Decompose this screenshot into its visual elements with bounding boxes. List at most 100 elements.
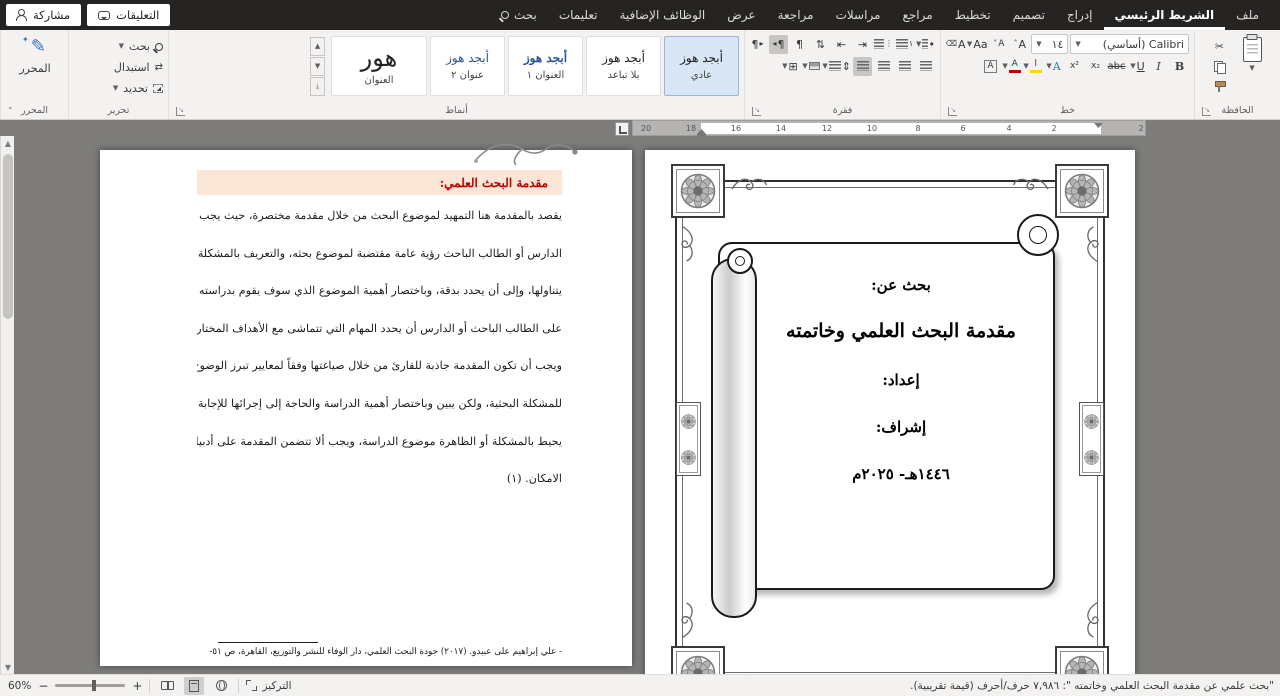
format-painter-button[interactable] <box>1210 77 1229 96</box>
justify-button[interactable] <box>853 56 872 76</box>
subscript-button[interactable]: x₂ <box>1086 57 1105 76</box>
cover-title[interactable]: مقدمة البحث العلمي وخاتمته <box>786 320 1016 342</box>
tab-addins[interactable]: الوظائف الإضافية <box>608 0 716 30</box>
scrollbar-thumb[interactable] <box>3 154 13 319</box>
zoom-in-button[interactable]: + <box>132 679 142 693</box>
tab-help[interactable]: تعليمات <box>548 0 609 30</box>
style-title[interactable]: هور العنوان <box>331 36 427 96</box>
font-name-combobox[interactable]: Calibri (أساسي) ▼ <box>1070 34 1189 54</box>
vertical-scrollbar[interactable]: ▲ ▼ <box>0 136 14 674</box>
change-case-button[interactable]: Aa ▼ <box>967 35 988 54</box>
comments-button[interactable]: التعليقات <box>87 4 171 26</box>
zoom-out-button[interactable]: − <box>38 679 48 693</box>
tab-search[interactable]: بحث <box>490 0 548 30</box>
underline-button[interactable]: U ▼ <box>1128 57 1147 76</box>
text-effects-button[interactable]: A ▼ <box>1044 57 1063 76</box>
paste-caret-icon[interactable]: ▼ <box>1249 65 1254 72</box>
strikethrough-button[interactable]: abc <box>1107 57 1126 76</box>
text-line[interactable]: يتناولها، وإلى أن يحدد بدقة، وباختصار أه… <box>197 272 562 310</box>
cover-line[interactable]: إعداد: <box>882 371 919 389</box>
enclose-characters-button[interactable]: A <box>981 57 1000 76</box>
shading-button[interactable]: ▼ <box>801 57 820 76</box>
replace-button[interactable]: ⇄ استبدال <box>74 58 163 77</box>
style-heading2[interactable]: أبجد هوز عنوان ٢ <box>430 36 505 96</box>
style-heading1[interactable]: أبجد هوز العنوان ١ <box>508 36 583 96</box>
scroll-down-icon[interactable]: ▼ <box>1 660 15 674</box>
increase-indent-button[interactable]: ⇤ <box>832 35 851 54</box>
superscript-button[interactable]: x² <box>1065 57 1084 76</box>
zoom-level[interactable]: 60% <box>8 680 31 692</box>
line-spacing-button[interactable]: ⇕ ▼ <box>822 57 851 76</box>
shrink-font-button[interactable]: A ˅ <box>989 35 1008 54</box>
bold-button[interactable]: B <box>1170 57 1189 76</box>
tab-layout[interactable]: تخطيط <box>944 0 1002 30</box>
collapse-ribbon-icon[interactable]: ˄ <box>8 107 13 117</box>
grow-font-button[interactable]: A ˄ <box>1010 35 1029 54</box>
select-button[interactable]: تحديد ▼ <box>74 79 163 98</box>
footnote-text[interactable]: - علي إبراهيم على عبيدو. (٢٠١٧) جودة الب… <box>197 647 562 657</box>
numbering-button[interactable]: ١ <box>895 35 914 54</box>
tab-view[interactable]: عرض <box>716 0 766 30</box>
tab-selector[interactable] <box>615 122 629 136</box>
text-line[interactable]: يحيط بالمشكلة أو الظاهرة موضوع الدراسة، … <box>197 423 562 461</box>
clipboard-dialog-launcher[interactable]: ↘ <box>1202 107 1211 116</box>
clear-formatting-button[interactable]: A ⌫ <box>946 35 966 54</box>
tab-insert[interactable]: إدراج <box>1056 0 1104 30</box>
print-layout-button[interactable] <box>184 676 205 695</box>
share-button[interactable]: مشاركة <box>6 4 82 26</box>
highlight-color-button[interactable]: ا ▼ <box>1023 57 1042 76</box>
style-no-spacing[interactable]: أبجد هوز بلا تباعد <box>586 36 661 96</box>
character-count[interactable]: "بحث علمي عن مقدمة البحث العلمي وخاتمته … <box>900 680 1280 692</box>
paste-button[interactable]: ▼ <box>1229 33 1275 96</box>
horizontal-ruler[interactable]: 2 2 4 6 8 10 12 14 16 18 20 <box>615 120 1146 137</box>
cover-page[interactable]: بحث عن: مقدمة البحث العلمي وخاتمته إعداد… <box>645 150 1135 674</box>
focus-button[interactable]: التركيز <box>246 680 292 692</box>
editor-button[interactable]: ✎ ✦ المحرر <box>7 33 63 75</box>
align-right-button[interactable] <box>916 57 935 76</box>
rtl-direction-button[interactable]: ¶ ◂ <box>769 34 788 54</box>
document-body[interactable]: يقصد بالمقدمة هنا التمهيد لموضوع البحث م… <box>197 197 562 498</box>
tab-mailings[interactable]: مراسلات <box>825 0 892 30</box>
italic-button[interactable]: I <box>1149 57 1168 76</box>
ruler-band[interactable] <box>701 123 1101 134</box>
decrease-indent-button[interactable]: ⇥ <box>853 35 872 54</box>
find-button[interactable]: بحث ▼ <box>74 37 163 56</box>
scroll-up-icon[interactable]: ▲ <box>1 136 15 150</box>
cover-line[interactable]: بحث عن: <box>871 276 931 294</box>
styles-more-button[interactable]: ⤓ <box>310 76 325 96</box>
cut-button[interactable]: ✂ <box>1210 37 1229 56</box>
document-heading[interactable]: مقدمة البحث العلمي: <box>197 170 562 195</box>
paragraph-dialog-launcher[interactable]: ↘ <box>752 107 761 116</box>
content-page[interactable]: مقدمة البحث العلمي: يقصد بالمقدمة هنا ال… <box>100 143 632 666</box>
sort-button[interactable]: ⇅ <box>811 35 830 54</box>
tab-design[interactable]: تصميم <box>1002 0 1056 30</box>
cover-line[interactable]: إشراف: <box>876 418 926 436</box>
text-line[interactable]: الدارس أو الطالب الباحث رؤية عامة مقتضبة… <box>197 235 562 273</box>
ltr-direction-button[interactable]: ▸ ¶ <box>748 35 767 54</box>
borders-button[interactable]: ⊞ ▼ <box>780 57 799 76</box>
read-mode-button[interactable] <box>157 677 177 695</box>
text-line[interactable]: للمشكلة البحثية، ولكن يبين وباختصار أهمي… <box>197 385 562 423</box>
tab-file[interactable]: ملف <box>1225 0 1270 30</box>
tab-home[interactable]: الشريط الرئيسي <box>1104 0 1226 30</box>
zoom-slider[interactable] <box>55 680 126 691</box>
tab-review[interactable]: مراجعة <box>767 0 825 30</box>
cover-date[interactable]: ١٤٤٦هـ- ٢٠٢٥م <box>852 465 950 483</box>
font-color-button[interactable]: A ▼ <box>1002 57 1021 76</box>
style-normal[interactable]: أبجد هوز عادي <box>664 36 739 96</box>
styles-scroll-down-button[interactable]: ▼ <box>310 56 325 76</box>
text-line[interactable]: الامكان. (١) <box>197 460 562 498</box>
align-center-button[interactable] <box>895 57 914 76</box>
styles-scroll-up-button[interactable]: ▲ <box>310 36 325 56</box>
align-left-button[interactable] <box>874 57 893 76</box>
text-line[interactable]: على الطالب الباحث أو الدارس أن يحدد المه… <box>197 310 562 348</box>
font-size-combobox[interactable]: ١٤ ▼ <box>1031 34 1069 54</box>
bullets-button[interactable]: • ▼ <box>916 35 935 54</box>
web-layout-button[interactable] <box>211 677 231 695</box>
text-line[interactable]: يقصد بالمقدمة هنا التمهيد لموضوع البحث م… <box>197 197 562 235</box>
font-dialog-launcher[interactable]: ↘ <box>948 107 957 116</box>
text-line[interactable]: ويجب أن تكون المقدمة جاذبة للقارئ من خلا… <box>197 347 562 385</box>
show-marks-button[interactable]: ¶ <box>790 35 809 54</box>
tab-references[interactable]: مراجع <box>892 0 944 30</box>
styles-dialog-launcher[interactable]: ↘ <box>176 107 185 116</box>
